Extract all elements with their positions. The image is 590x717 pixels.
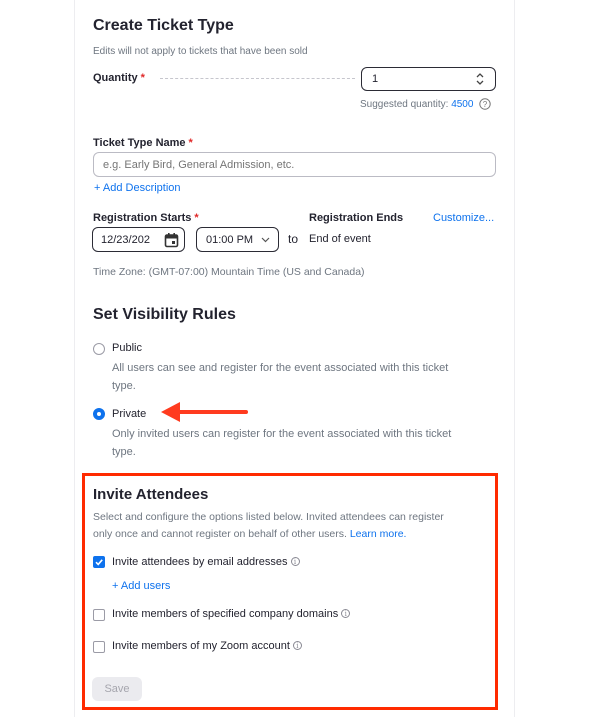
chevron-down-icon[interactable] bbox=[261, 237, 270, 243]
email-invite-label[interactable]: Invite attendees by email addresses i bbox=[112, 556, 300, 568]
email-invite-checkbox[interactable] bbox=[93, 556, 105, 568]
quantity-stepper[interactable]: 1 bbox=[361, 67, 496, 91]
info-icon[interactable]: i bbox=[292, 641, 302, 650]
start-time-value: 01:00 PM bbox=[206, 234, 254, 246]
save-button[interactable]: Save bbox=[92, 677, 142, 701]
page-title: Create Ticket Type bbox=[93, 17, 234, 34]
invite-title: Invite Attendees bbox=[93, 486, 209, 503]
invite-description: Select and configure the options listed … bbox=[93, 511, 444, 540]
timezone-text: Time Zone: (GMT-07:00) Mountain Time (US… bbox=[93, 266, 365, 278]
domain-invite-label[interactable]: Invite members of specified company doma… bbox=[112, 608, 351, 620]
ticket-name-label: Ticket Type Name * bbox=[93, 137, 193, 149]
learn-more-link[interactable]: Learn more. bbox=[350, 528, 407, 540]
ticket-name-input[interactable] bbox=[93, 152, 496, 177]
quantity-label: Quantity * bbox=[93, 72, 145, 84]
registration-ends-value: End of event bbox=[309, 233, 371, 245]
zoom-account-invite-checkbox[interactable] bbox=[93, 641, 105, 653]
question-icon[interactable]: ? bbox=[479, 98, 491, 110]
info-icon[interactable]: i bbox=[341, 609, 351, 618]
public-radio[interactable] bbox=[93, 343, 105, 355]
public-option-description: All users can see and register for the e… bbox=[112, 362, 449, 392]
domain-invite-checkbox[interactable] bbox=[93, 609, 105, 621]
start-time-select[interactable]: 01:00 PM bbox=[196, 227, 279, 252]
quantity-leader-line bbox=[160, 78, 355, 79]
private-radio[interactable] bbox=[93, 408, 105, 420]
private-option-description: Only invited users can register for the … bbox=[112, 428, 452, 458]
page-subtitle: Edits will not apply to tickets that hav… bbox=[93, 46, 308, 57]
registration-starts-label: Registration Starts * bbox=[93, 212, 199, 224]
start-date-value: 12/23/202 bbox=[101, 234, 150, 246]
info-icon[interactable]: i bbox=[290, 557, 300, 566]
annotation-arrow bbox=[161, 402, 248, 422]
suggested-quantity-value[interactable]: 4500 bbox=[451, 99, 473, 110]
zoom-account-invite-label[interactable]: Invite members of my Zoom account i bbox=[112, 640, 302, 652]
required-mark: * bbox=[140, 72, 145, 84]
customize-link[interactable]: Customize... bbox=[433, 212, 494, 224]
public-option-label[interactable]: Public bbox=[112, 342, 142, 354]
add-description-link[interactable]: + Add Description bbox=[94, 182, 181, 194]
svg-text:?: ? bbox=[483, 100, 488, 109]
private-option-label[interactable]: Private bbox=[112, 408, 146, 420]
visibility-title: Set Visibility Rules bbox=[93, 306, 236, 323]
checkmark-icon bbox=[95, 559, 103, 566]
suggested-quantity: Suggested quantity: 4500 bbox=[360, 99, 474, 110]
stepper-arrows-icon[interactable] bbox=[475, 72, 485, 86]
add-users-link[interactable]: + Add users bbox=[112, 580, 170, 592]
registration-ends-label: Registration Ends bbox=[309, 212, 404, 224]
quantity-value: 1 bbox=[372, 73, 379, 85]
to-text: to bbox=[288, 232, 299, 246]
start-date-field[interactable]: 12/23/202 bbox=[92, 227, 185, 252]
calendar-icon[interactable] bbox=[164, 232, 179, 248]
